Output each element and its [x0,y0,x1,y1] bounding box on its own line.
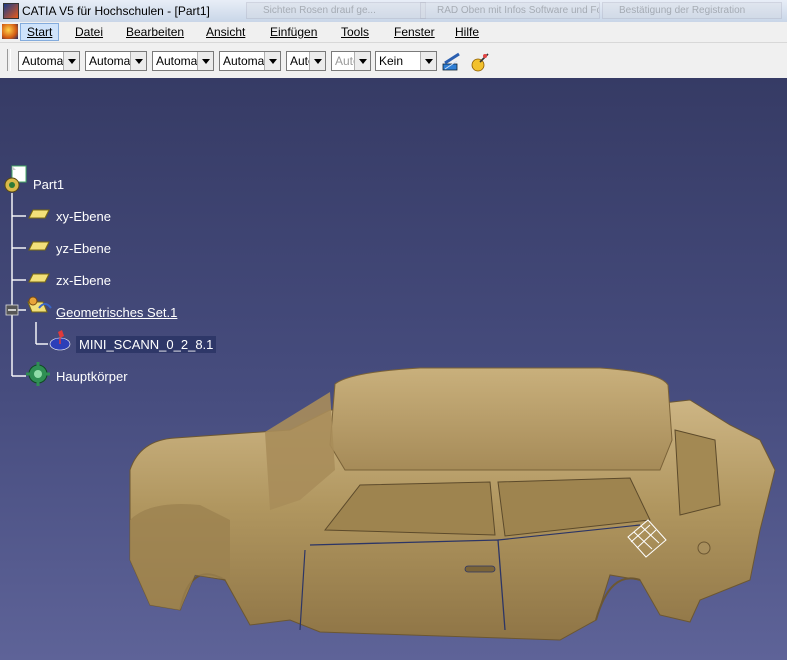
chevron-down-icon[interactable] [63,52,79,70]
chevron-down-icon[interactable] [197,52,213,70]
specification-tree: Part1 xy-Ebene yz-Ebene zx-Ebene Geometr… [0,78,260,408]
painter-brush-icon[interactable] [441,51,463,73]
layer-combo[interactable]: Kein [375,51,437,71]
menu-einfuegen[interactable]: Einfügen [264,24,323,40]
combo-value: Kein [379,54,404,68]
tree-root-part1[interactable]: Part1 [33,177,64,192]
part-icon[interactable] [2,165,30,195]
line-thickness-combo[interactable]: Automatisch [219,51,281,71]
plane-icon[interactable] [27,238,51,254]
menu-bar: Start Datei Bearbeiten Ansicht Einfügen … [0,22,787,42]
graphic-properties-toolbar: Automatisch Automatisch Automatisch Auto… [0,42,787,79]
menu-bearbeiten[interactable]: Bearbeiten [120,24,190,40]
menu-datei[interactable]: Datei [69,24,109,40]
tree-node-zx-plane[interactable]: zx-Ebene [56,273,111,288]
geometric-set-icon[interactable] [25,296,53,320]
tree-node-main-body[interactable]: Hauptkörper [56,369,128,384]
line-type-combo[interactable]: Auto [286,51,326,71]
menu-fenster[interactable]: Fenster [388,24,441,40]
combo-value: Auto [335,54,355,68]
background-tab-3[interactable]: Bestätigung der Registration [602,2,782,19]
3d-viewport[interactable]: Part1 xy-Ebene yz-Ebene zx-Ebene Geometr… [0,78,787,660]
chevron-down-icon[interactable] [420,52,436,70]
tree-node-xy-plane[interactable]: xy-Ebene [56,209,111,224]
tree-node-yz-plane[interactable]: yz-Ebene [56,241,111,256]
line-color-combo[interactable]: Automatisch [85,51,147,71]
menu-ansicht[interactable]: Ansicht [200,24,251,40]
catia-app-icon [3,3,19,19]
combo-value: Automatisch [156,54,198,68]
window-title: CATIA V5 für Hochschulen - [Part1] [22,4,210,18]
chevron-down-icon[interactable] [130,52,146,70]
chevron-down-icon[interactable] [309,52,325,70]
catia-menu-icon[interactable] [2,24,18,39]
magic-wand-icon[interactable] [469,51,491,73]
tree-node-geometric-set[interactable]: Geometrisches Set.1 [56,305,177,320]
menu-start[interactable]: Start [20,23,60,41]
title-bar: CATIA V5 für Hochschulen - [Part1] Sicht… [0,0,787,23]
plane-icon[interactable] [27,206,51,222]
scan-mesh-icon[interactable] [48,328,74,354]
combo-value: Automatisch [89,54,131,68]
background-tab-2[interactable]: RAD Oben mit Infos Software und Fo... [420,2,600,19]
point-symbol-combo: Auto [331,51,371,71]
combo-value: Auto [290,54,310,68]
plane-icon[interactable] [27,270,51,286]
body-gear-icon[interactable] [25,361,51,387]
combo-value: Automatisch [22,54,64,68]
tree-node-mini-scan[interactable]: MINI_SCANN_0_2_8.1 [76,336,217,353]
combo-value: Automatisch [223,54,265,68]
toolbar-grip[interactable] [7,49,11,71]
chevron-down-icon [354,52,370,70]
menu-tools[interactable]: Tools [335,24,375,40]
menu-hilfe[interactable]: Hilfe [449,24,485,40]
transparency-combo[interactable]: Automatisch [152,51,214,71]
chevron-down-icon[interactable] [264,52,280,70]
background-tab-1[interactable]: Sichten Rosen drauf ge... [246,2,426,19]
fill-color-combo[interactable]: Automatisch [18,51,80,71]
